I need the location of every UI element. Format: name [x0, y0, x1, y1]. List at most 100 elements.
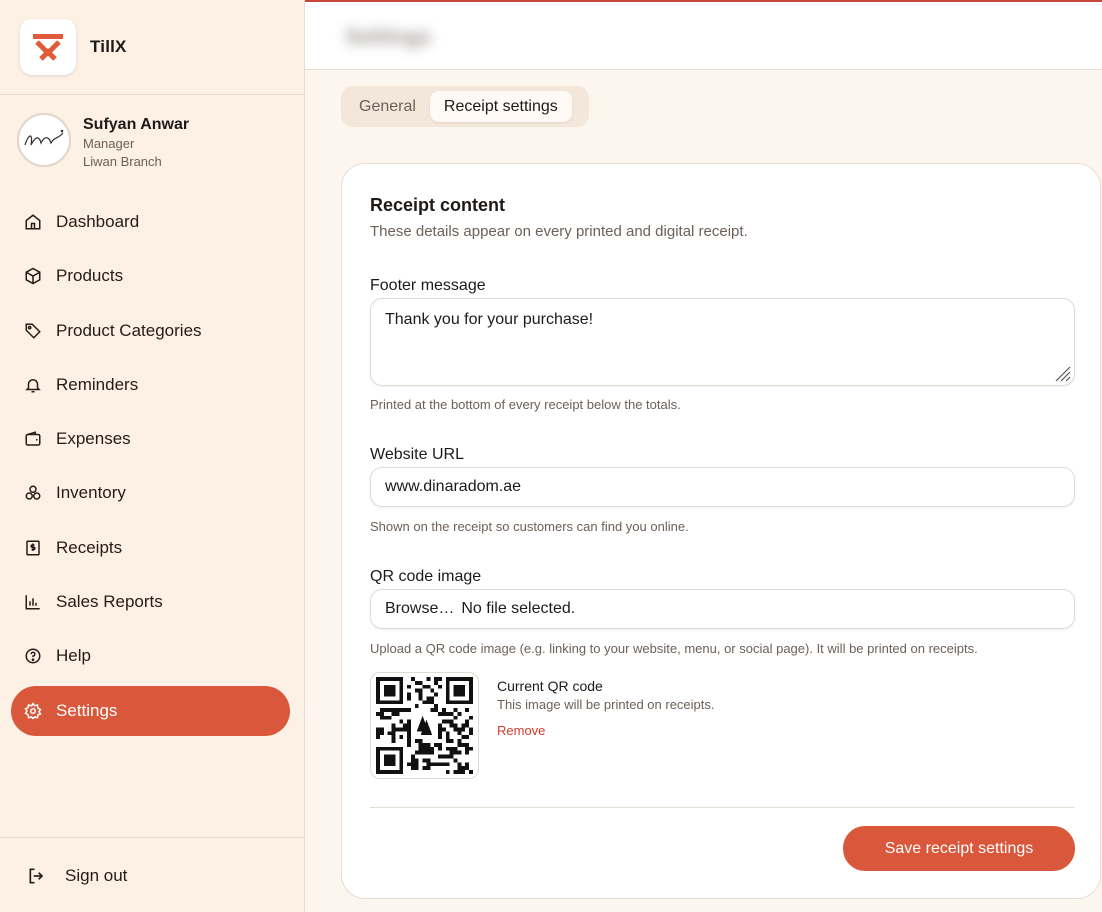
sidebar-item-receipts[interactable]: Receipts — [11, 523, 290, 573]
qr-module — [387, 708, 392, 712]
footer-message-hint: Printed at the bottom of every receipt b… — [370, 397, 681, 412]
remove-qr-button[interactable]: Remove — [497, 723, 715, 738]
sidebar-item-dashboard[interactable]: Dashboard — [11, 197, 290, 247]
qr-module — [457, 731, 462, 736]
footer-message-value: Thank you for your purchase! — [385, 311, 594, 328]
settings-tabs: General Receipt settings — [341, 86, 589, 127]
qr-module — [403, 727, 408, 732]
signout-button[interactable]: Sign out — [27, 866, 127, 886]
brand: TillX — [0, 0, 304, 95]
sidebar-item-label: Inventory — [56, 483, 126, 503]
qr-code-preview — [370, 672, 479, 779]
qr-module — [391, 711, 396, 716]
sidebar-item-inventory[interactable]: Inventory — [11, 468, 290, 518]
qr-module — [438, 711, 442, 716]
qr-module — [457, 742, 462, 747]
qr-module — [453, 758, 458, 763]
qr-module — [453, 708, 458, 712]
qr-module — [465, 746, 470, 751]
website-url-input[interactable]: www.dinaradom.ae — [370, 467, 1075, 507]
qr-code-image — [376, 677, 473, 774]
qr-module — [414, 688, 419, 693]
qr-module — [414, 680, 419, 685]
qr-module — [457, 750, 462, 755]
qr-module — [395, 708, 400, 712]
qr-module — [387, 715, 392, 720]
qr-module — [449, 739, 454, 743]
save-receipt-settings-button[interactable]: Save receipt settings — [843, 826, 1075, 871]
qr-module — [422, 742, 427, 747]
qr-module — [461, 770, 466, 774]
tag-icon — [23, 321, 43, 341]
qr-module — [407, 723, 411, 728]
footer-message-label: Footer message — [370, 277, 486, 294]
page-title: Settings — [345, 24, 432, 49]
qr-module — [457, 739, 462, 743]
qr-module — [457, 762, 462, 767]
sidebar-item-products[interactable]: Products — [11, 251, 290, 301]
bell-icon — [23, 375, 43, 395]
qr-module — [445, 731, 450, 736]
qr-module — [438, 746, 442, 751]
qr-module — [407, 708, 411, 712]
qr-module — [422, 750, 427, 755]
sidebar-item-product-categories[interactable]: Product Categories — [11, 306, 290, 356]
sidebar-item-reminders[interactable]: Reminders — [11, 360, 290, 410]
home-icon — [23, 212, 43, 232]
sidebar-item-label: Settings — [56, 700, 118, 720]
receipt-content-card: Receipt content These details appear on … — [341, 163, 1101, 899]
qr-module — [418, 739, 423, 743]
footer-message-textarea[interactable]: Thank you for your purchase! — [370, 298, 1075, 386]
sidebar-item-label: Sales Reports — [56, 592, 163, 612]
receipt-icon — [23, 538, 43, 558]
qr-module — [418, 746, 423, 751]
qr-module — [383, 684, 396, 697]
qr-module — [379, 711, 384, 716]
box-icon — [23, 266, 43, 286]
qr-module — [426, 696, 431, 701]
qr-module — [418, 692, 423, 697]
qr-module — [461, 735, 466, 740]
sidebar-item-label: Dashboard — [56, 212, 140, 231]
qr-module — [407, 735, 411, 740]
card-title: Receipt content — [370, 195, 506, 215]
sidebar-nav: Dashboard Products Product Categories Re… — [11, 197, 290, 740]
sidebar: TillX Sufyan Anwar Manager Liwan Branch … — [0, 0, 305, 912]
qr-file-input[interactable]: Browse… No file selected. — [370, 589, 1075, 629]
resize-grip-icon[interactable] — [1053, 364, 1071, 382]
tillx-logo-icon — [33, 34, 63, 61]
qr-module — [465, 735, 470, 740]
qr-module — [422, 700, 427, 705]
avatar — [17, 113, 71, 167]
sidebar-item-help[interactable]: Help — [11, 631, 290, 681]
qr-module — [465, 719, 470, 724]
tab-general[interactable]: General — [345, 91, 430, 122]
qr-module — [426, 684, 431, 689]
sidebar-item-settings[interactable]: Settings — [11, 685, 290, 736]
qr-module — [395, 711, 400, 716]
sidebar-item-sales-reports[interactable]: Sales Reports — [11, 577, 290, 627]
qr-module — [391, 727, 396, 732]
bar-chart-icon — [23, 592, 43, 612]
sidebar-item-expenses[interactable]: Expenses — [11, 414, 290, 464]
qr-module — [383, 754, 396, 767]
qr-module — [445, 739, 450, 743]
tab-receipt-settings[interactable]: Receipt settings — [429, 91, 572, 122]
logo[interactable] — [20, 19, 76, 75]
qr-module — [414, 750, 419, 755]
sidebar-item-label: Product Categories — [56, 320, 202, 340]
qr-module — [407, 719, 411, 724]
qr-module — [441, 727, 446, 732]
qr-module — [430, 688, 435, 693]
qr-module — [407, 727, 411, 732]
qr-module — [453, 723, 458, 728]
qr-module — [469, 770, 473, 774]
qr-module — [445, 711, 450, 716]
qr-module — [461, 723, 466, 728]
qr-module — [414, 739, 419, 743]
qr-module — [407, 731, 411, 736]
qr-module — [438, 735, 442, 740]
qr-module — [399, 727, 404, 732]
browse-button[interactable]: Browse… — [385, 600, 454, 618]
qr-module — [426, 758, 431, 763]
